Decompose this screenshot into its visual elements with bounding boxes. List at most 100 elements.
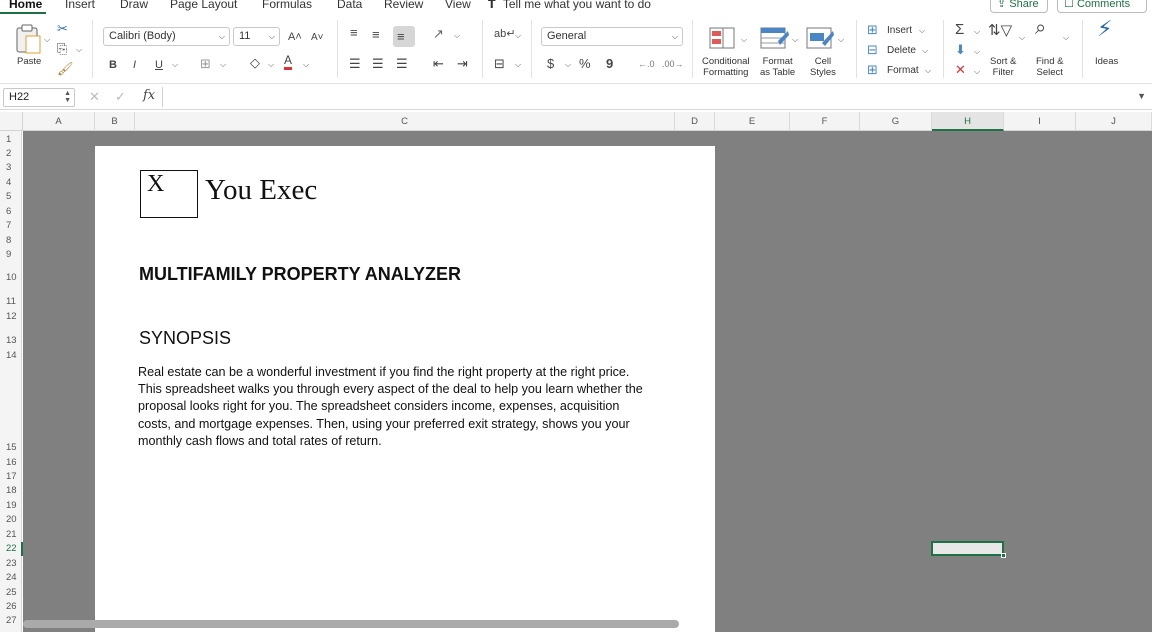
tab-insert[interactable]: Insert [65,0,95,11]
format-painter-icon[interactable]: 🖌 [57,62,74,76]
wrap-text-icon[interactable]: ab↵ [494,27,515,41]
decrease-font-size-icon[interactable]: A˅ [311,31,324,45]
select-all-corner[interactable] [0,112,23,131]
row-header-14[interactable]: 14 [0,349,22,363]
row-header-18[interactable]: 18 [0,484,22,498]
row-header-20[interactable]: 20 [0,513,22,527]
chevron-down-icon: ⌵ [76,45,83,54]
tab-draw[interactable]: Draw [120,0,148,11]
comma-style-button[interactable]: 9 [606,57,613,71]
column-header-b[interactable]: B [95,112,135,131]
label-line: as Table [760,67,796,78]
cut-icon[interactable]: ✂ [57,22,68,36]
tab-page-layout[interactable]: Page Layout [170,0,237,11]
cancel-icon[interactable]: ✕ [89,89,100,105]
align-middle-icon[interactable]: ≡ [372,28,380,42]
clear-icon[interactable]: ✕ [955,63,966,77]
underline-button[interactable]: U [155,58,163,72]
autosum-icon[interactable]: Σ [955,22,964,37]
excel-window: Home Insert Draw Page Layout Formulas Da… [0,0,1152,632]
chevron-down-icon: ⌵ [974,67,981,76]
chevron-down-icon: ⌵ [565,60,572,69]
comments-button[interactable]: ☐ Comments [1057,0,1147,13]
row-header-12[interactable]: 12 [0,310,22,324]
align-bottom-button[interactable]: ≡ [393,26,415,47]
increase-decimal-icon[interactable]: ←.0 [638,57,655,71]
column-header-c[interactable]: C [135,112,675,131]
chevron-down-icon: ⌵ [454,31,461,40]
number-format-dropdown[interactable]: General ⌵ [541,27,683,46]
font-size-dropdown[interactable]: 11 ⌵ [233,27,280,46]
tab-review[interactable]: Review [384,0,423,11]
row-header-22[interactable]: 22 [0,542,23,556]
orientation-icon[interactable]: ↗ [433,27,444,41]
font-color-icon[interactable]: A [284,54,293,70]
row-header-23[interactable]: 23 [0,557,22,571]
column-header-g[interactable]: G [860,112,932,131]
fill-color-icon[interactable]: ◇ [250,56,260,70]
insert-function-button[interactable]: fx [143,88,155,103]
row-header-13[interactable]: 13 [0,334,22,348]
tab-formulas[interactable]: Formulas [262,0,312,11]
row-header-5[interactable]: 5 [0,190,22,204]
column-header-j[interactable]: J [1076,112,1152,131]
fill-handle[interactable] [1001,553,1006,558]
fill-icon[interactable]: ⬇ [955,43,966,57]
row-header-8[interactable]: 8 [0,234,22,248]
column-header-d[interactable]: D [675,112,715,131]
expand-formula-bar-icon[interactable]: ▼ [1137,91,1146,101]
row-header-16[interactable]: 16 [0,456,22,470]
tab-home[interactable]: Home [9,0,42,11]
name-box[interactable]: H22 ▲ ▼ [3,88,75,107]
column-header-e[interactable]: E [715,112,790,131]
row-header-26[interactable]: 26 [0,600,22,614]
confirm-icon[interactable]: ✓ [115,89,126,105]
increase-font-size-icon[interactable]: A˄ [288,30,302,44]
column-header-h[interactable]: H [932,112,1004,131]
column-header-i[interactable]: I [1004,112,1076,131]
row-header-7[interactable]: 7 [0,219,22,233]
row-header-11[interactable]: 11 [0,295,22,309]
tell-me-search[interactable]: 𝗧 Tell me what you want to do [488,0,651,11]
row-header-10[interactable]: 10 [0,271,22,285]
row-header-15[interactable]: 15 [0,441,22,455]
ribbon-divider [337,20,338,78]
row-header-1[interactable]: 1 [0,133,22,147]
column-header-f[interactable]: F [790,112,860,131]
row-header-24[interactable]: 24 [0,571,22,585]
horizontal-scrollbar[interactable] [23,620,679,628]
selected-cell[interactable] [931,541,1004,556]
row-header-17[interactable]: 17 [0,470,22,484]
bold-button[interactable]: B [109,58,117,72]
increase-indent-icon[interactable]: ⇥ [457,57,468,71]
italic-button[interactable]: I [133,58,136,72]
column-header-a[interactable]: A [23,112,95,131]
tab-data[interactable]: Data [337,0,362,11]
row-header-19[interactable]: 19 [0,499,22,513]
align-right-icon[interactable]: ☰ [396,57,408,71]
formula-input[interactable] [168,88,1128,107]
tab-view[interactable]: View [445,0,471,11]
align-top-icon[interactable]: ≡ [350,26,358,40]
comment-icon: ☐ [1064,0,1074,10]
row-header-21[interactable]: 21 [0,528,22,542]
percent-button[interactable]: % [579,57,591,71]
align-center-icon[interactable]: ☰ [372,57,384,71]
row-header-27[interactable]: 27 [0,614,22,628]
copy-icon[interactable]: ⎘ [57,42,67,56]
font-name-dropdown[interactable]: Calibri (Body) ⌵ [103,27,230,46]
share-button[interactable]: ⇪ Share [990,0,1048,13]
row-header-4[interactable]: 4 [0,176,22,190]
align-left-icon[interactable]: ☰ [349,57,361,71]
decrease-decimal-icon[interactable]: .00→ [662,57,684,71]
merge-center-icon[interactable]: ⊟ [494,57,505,71]
delete-label: Delete [887,45,916,56]
row-header-9[interactable]: 9 [0,248,22,262]
row-header-3[interactable]: 3 [0,161,22,175]
row-header-2[interactable]: 2 [0,147,22,161]
decrease-indent-icon[interactable]: ⇤ [433,57,444,71]
row-header-6[interactable]: 6 [0,205,22,219]
currency-button[interactable]: $ [547,57,554,71]
borders-icon[interactable]: ⊞ [200,57,211,71]
row-header-25[interactable]: 25 [0,586,22,600]
